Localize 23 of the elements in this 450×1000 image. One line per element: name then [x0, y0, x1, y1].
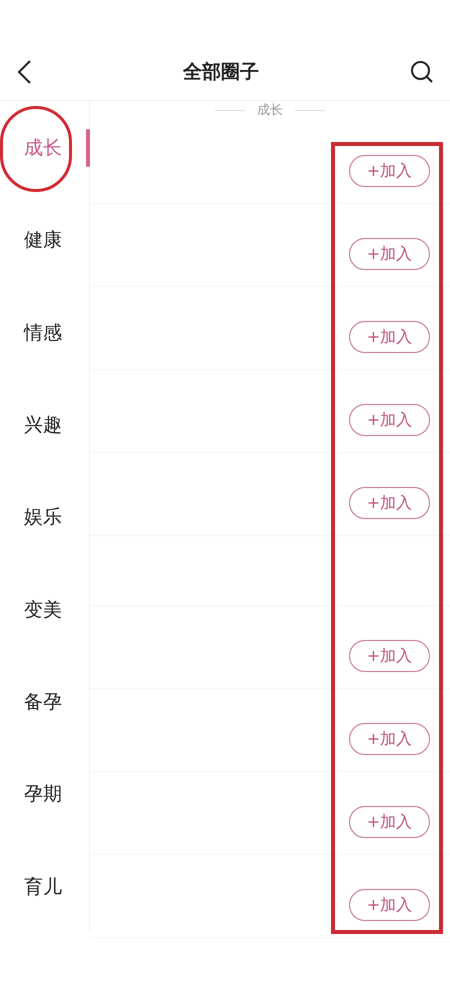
join-button[interactable]: +加入 — [349, 238, 430, 270]
join-button[interactable]: +加入 — [349, 486, 430, 518]
join-button[interactable]: +加入 — [349, 722, 430, 754]
page-title: 全部圈子 — [183, 60, 259, 85]
category-tab[interactable]: 育儿 — [24, 872, 62, 902]
join-button[interactable]: +加入 — [349, 154, 430, 186]
category-tab[interactable]: 情感 — [24, 318, 62, 348]
join-button[interactable]: +加入 — [349, 404, 430, 436]
section-title: 成长 — [257, 102, 283, 120]
back-icon[interactable] — [16, 59, 32, 85]
search-icon[interactable] — [410, 60, 434, 84]
join-button[interactable]: +加入 — [349, 640, 430, 672]
category-tab[interactable]: 兴趣 — [24, 410, 62, 440]
category-tab[interactable]: 娱乐 — [24, 503, 62, 532]
category-tab[interactable]: 备孕 — [24, 688, 62, 716]
category-tab[interactable]: 成长 — [24, 134, 62, 162]
category-tab[interactable]: 变美 — [24, 596, 62, 624]
selection-indicator — [86, 129, 90, 167]
category-tab[interactable]: 孕期 — [24, 780, 62, 809]
join-button[interactable]: +加入 — [349, 806, 430, 838]
category-tab[interactable]: 健康 — [24, 226, 62, 255]
join-button[interactable]: +加入 — [349, 320, 430, 352]
join-button[interactable]: +加入 — [349, 888, 430, 920]
